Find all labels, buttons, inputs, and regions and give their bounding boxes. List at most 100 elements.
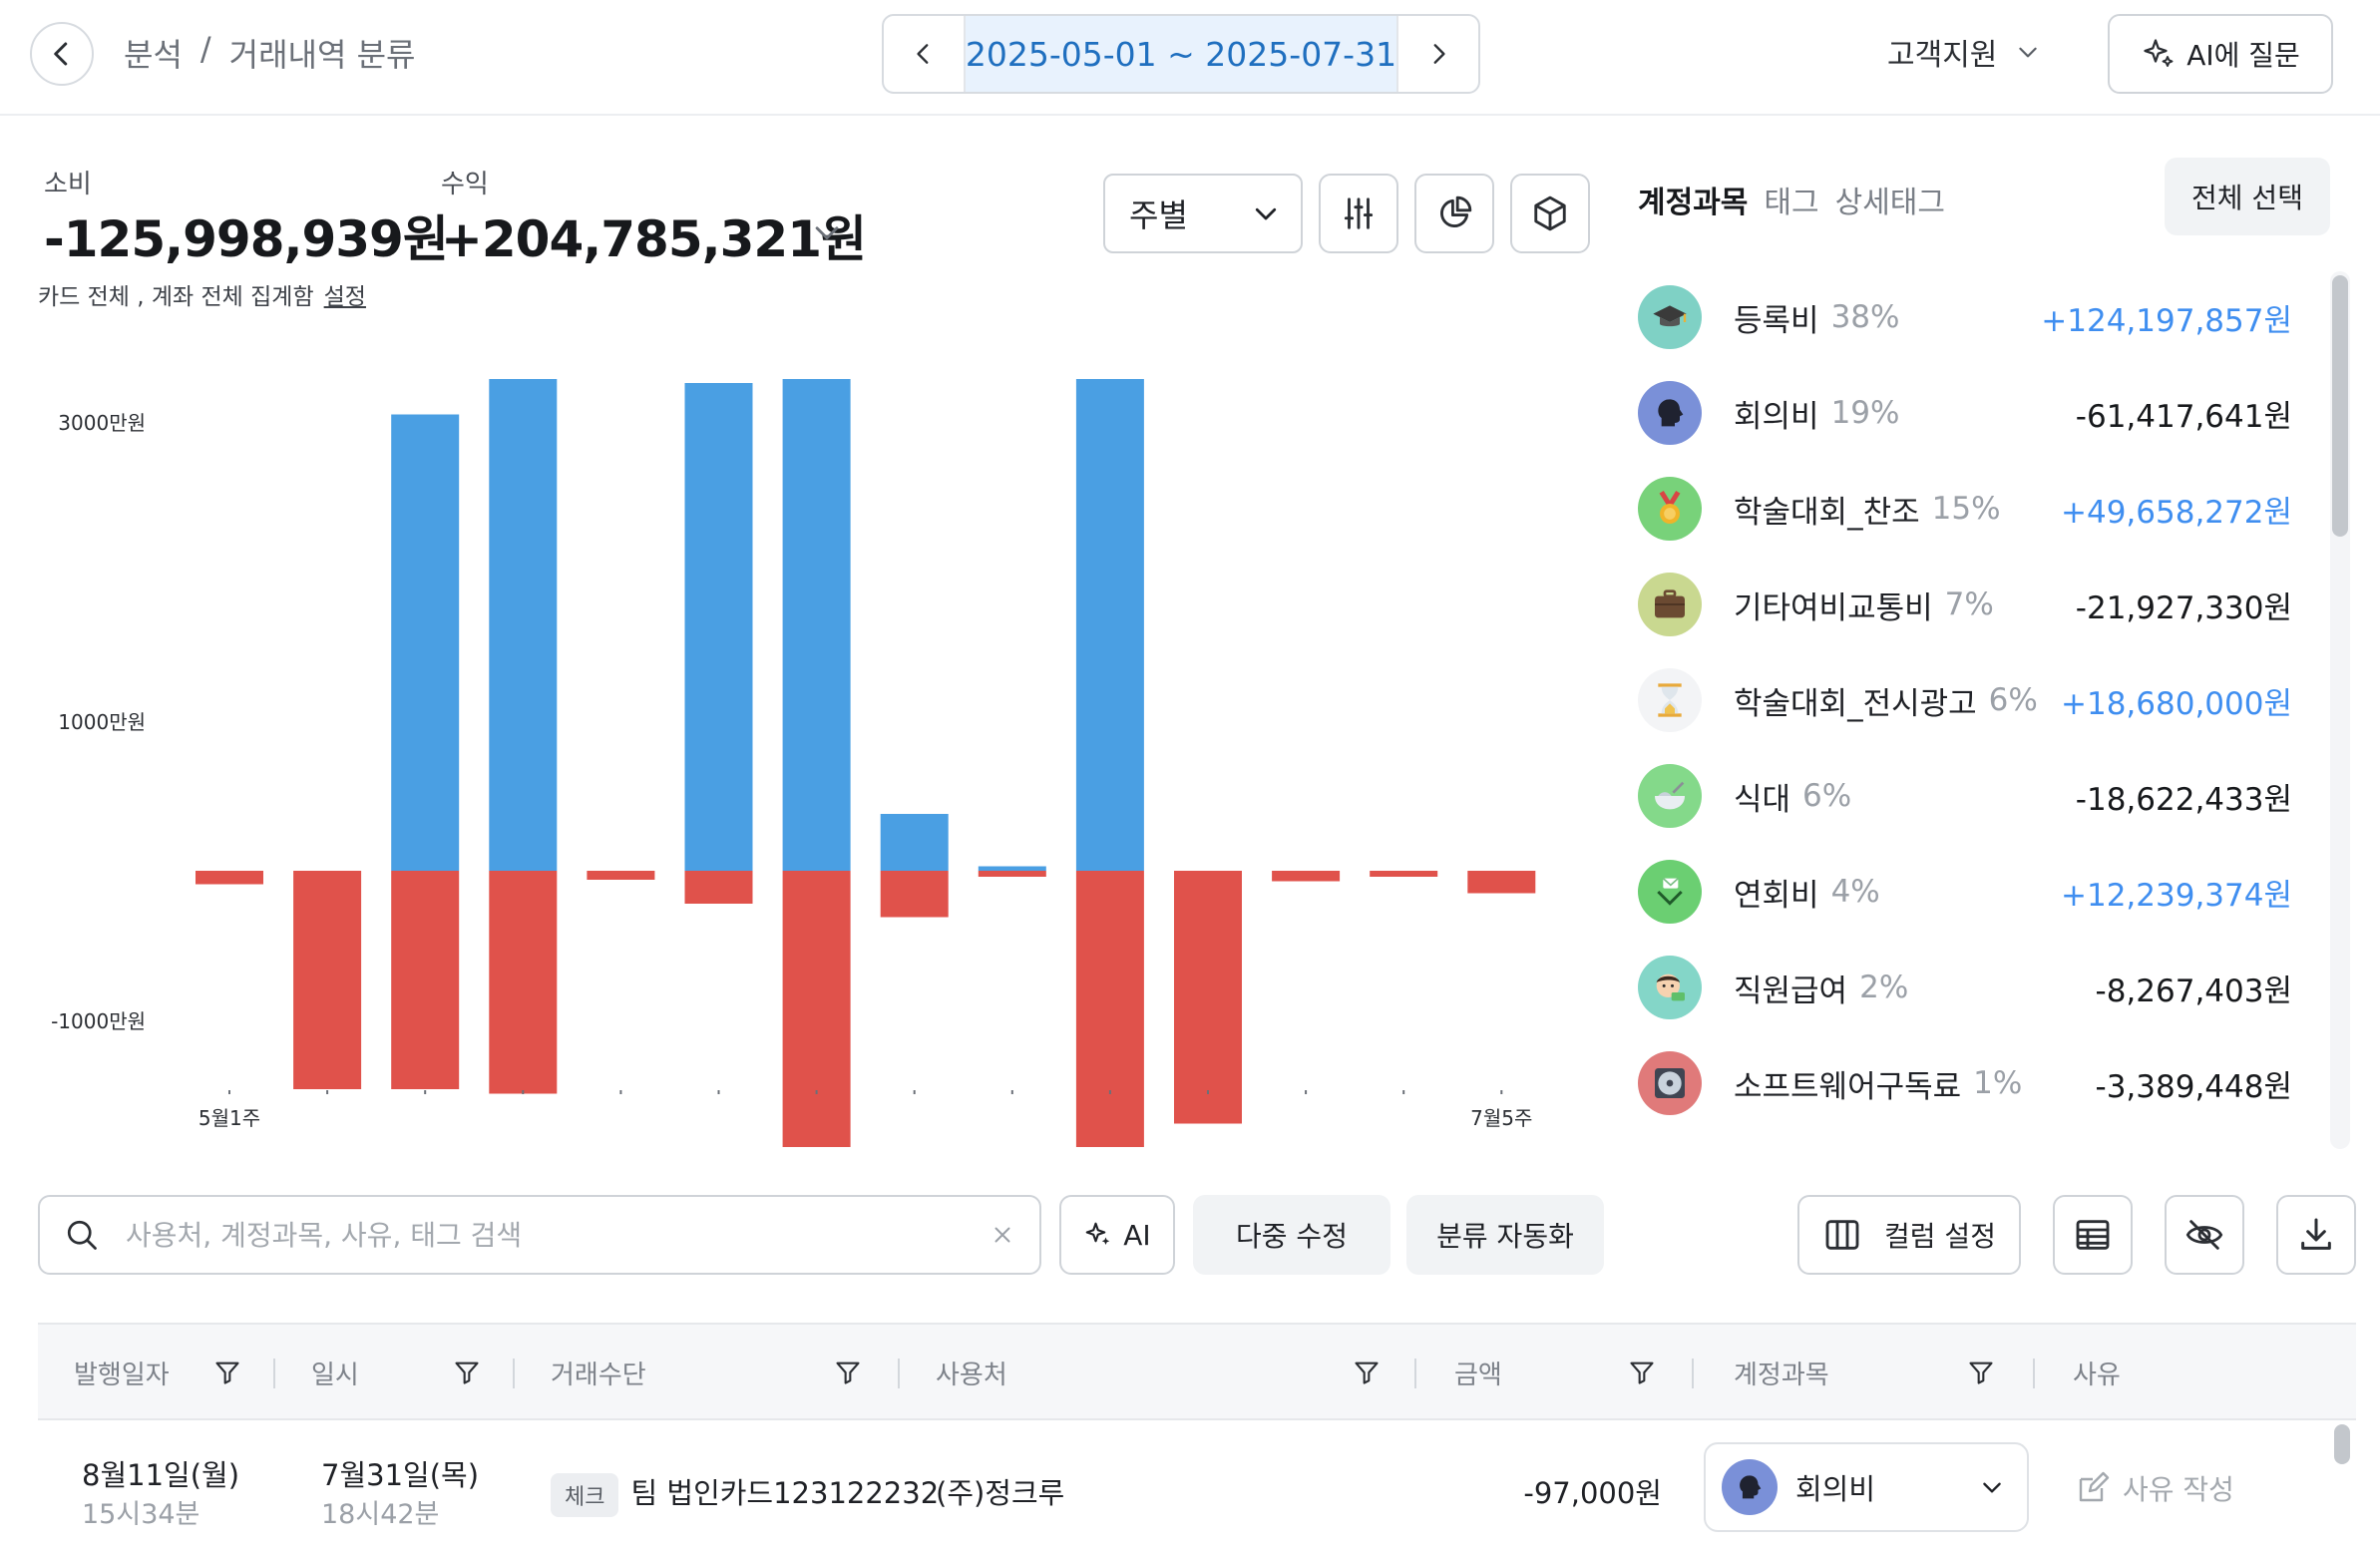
filter-icon[interactable]: [1628, 1359, 1656, 1390]
list-item[interactable]: 연회비 4% +12,239,374원: [1638, 844, 2296, 940]
category-name: 소프트웨어구독료: [1734, 1068, 1962, 1105]
income-bar-7월1주[interactable]: [1075, 379, 1144, 871]
chevron-left-icon: [54, 42, 68, 66]
hourglass-icon: [1638, 668, 1702, 732]
col-header-issue-date[interactable]: 발행일자: [74, 1325, 170, 1420]
col-header-amount[interactable]: 금액: [1454, 1325, 1502, 1420]
speaking-head-icon: [1722, 1459, 1778, 1515]
aggregate-note: 카드 전체 , 계좌 전체 집계함 설정: [38, 277, 366, 311]
list-item[interactable]: 기타여비교통비 7% -21,927,330원: [1638, 557, 2296, 652]
expense-bar-7월5주[interactable]: [1467, 871, 1536, 894]
category-name: 회의비: [1734, 398, 1819, 435]
expense-bar-6월4주[interactable]: [978, 871, 1046, 877]
expense-bar-5월3주[interactable]: [391, 871, 460, 1089]
filter-settings-button[interactable]: [1319, 174, 1398, 253]
download-button[interactable]: [2276, 1195, 2356, 1275]
list-item[interactable]: 등록비 38% +124,197,857원: [1638, 269, 2296, 365]
category-name: 등록비: [1734, 302, 1819, 339]
summary-expand-toggle[interactable]: [810, 215, 844, 253]
aggregate-settings-link[interactable]: 설정: [324, 284, 366, 310]
list-item[interactable]: 소프트웨어구독료 1% -3,389,448원: [1638, 1035, 2296, 1131]
list-item[interactable]: 회의비 19% -61,417,641원: [1638, 365, 2296, 461]
expense-bar-7월2주[interactable]: [1174, 871, 1242, 1124]
ask-ai-label: AI에 질문: [2186, 39, 2300, 72]
column-divider: [898, 1359, 900, 1388]
filter-icon[interactable]: [453, 1359, 481, 1390]
breadcrumb-current: 거래내역 분류: [228, 36, 416, 74]
income-bar-5월3주[interactable]: [391, 414, 460, 872]
expense-bar-5월2주[interactable]: [293, 871, 362, 1089]
expense-bar-5월1주[interactable]: [196, 871, 263, 885]
table-header: 발행일자 일시 거래수단 사용처 금액 계정과목 사유: [38, 1323, 2356, 1420]
download-icon: [2301, 1218, 2331, 1250]
write-reason-button[interactable]: 사유 작성: [2075, 1468, 2234, 1508]
expense-bar-6월1주[interactable]: [684, 871, 753, 904]
sparkle-icon: [2144, 39, 2174, 67]
ai-search-button[interactable]: AI: [1059, 1195, 1175, 1275]
3d-view-button[interactable]: [1510, 174, 1590, 253]
tab-account[interactable]: 계정과목: [1638, 178, 1748, 221]
income-bar-6월1주[interactable]: [684, 383, 753, 871]
tab-tag[interactable]: 태그: [1764, 178, 1818, 221]
chevron-right-icon: [1433, 44, 1445, 64]
top-bar: 분석 / 거래내역 분류 2025-05-01 ~ 2025-07-31 고객지…: [0, 0, 2380, 116]
period-select[interactable]: 주별: [1103, 174, 1303, 253]
col-header-date[interactable]: 일시: [311, 1325, 359, 1420]
x-tick-label: 5월1주: [198, 1106, 260, 1130]
list-item[interactable]: 학술대회_찬조 15% +49,658,272원: [1638, 461, 2296, 557]
table-scrollbar-thumb[interactable]: [2334, 1424, 2350, 1464]
pie-chart-view-button[interactable]: [1414, 174, 1494, 253]
filter-icon[interactable]: [1353, 1359, 1381, 1390]
list-item[interactable]: 식대 6% -18,622,433원: [1638, 748, 2296, 844]
select-all-button[interactable]: 전체 선택: [2165, 158, 2330, 235]
expense-bar-5월4주[interactable]: [489, 871, 558, 1094]
prev-period-button[interactable]: [884, 16, 964, 92]
col-header-method[interactable]: 거래수단: [551, 1325, 646, 1420]
aggregate-note-text: 카드 전체 , 계좌 전체 집계함: [38, 284, 314, 310]
back-button[interactable]: [30, 22, 94, 86]
search-box: [38, 1195, 1041, 1275]
expense-bar-6월2주[interactable]: [782, 871, 851, 1147]
category-scrollbar-thumb[interactable]: [2332, 275, 2348, 537]
column-settings-button[interactable]: 컬럼 설정: [1797, 1195, 2021, 1275]
breadcrumb-analysis[interactable]: 분석: [124, 30, 183, 76]
search-input[interactable]: [126, 1218, 990, 1252]
filter-icon[interactable]: [1967, 1359, 1995, 1390]
income-bar-6월2주[interactable]: [782, 379, 851, 871]
ask-ai-button[interactable]: AI에 질문: [2108, 14, 2333, 94]
expense-bar-7월4주[interactable]: [1370, 871, 1438, 877]
table-view-button[interactable]: [2053, 1195, 2133, 1275]
account-select[interactable]: 회의비: [1704, 1442, 2029, 1532]
ai-search-label: AI: [1123, 1218, 1151, 1252]
list-item[interactable]: 학술대회_전시광고 6% +18,680,000원: [1638, 652, 2296, 748]
date-range-display[interactable]: 2025-05-01 ~ 2025-07-31: [963, 16, 1399, 92]
category-percent: 15%: [1931, 491, 2001, 527]
expense-label: 소비: [44, 170, 92, 199]
next-period-button[interactable]: [1398, 16, 1478, 92]
clear-icon[interactable]: [990, 1222, 1015, 1248]
expense-bar-5월5주[interactable]: [587, 871, 655, 880]
col-header-account[interactable]: 계정과목: [1734, 1325, 1829, 1420]
expense-bar-7월1주[interactable]: [1075, 871, 1144, 1147]
income-bar-6월3주[interactable]: [880, 814, 949, 871]
category-amount: +12,239,374원: [2061, 877, 2292, 914]
hide-toggle-button[interactable]: [2165, 1195, 2244, 1275]
filter-icon[interactable]: [213, 1359, 241, 1390]
chevron-down-icon: [2019, 47, 2038, 58]
income-bar-6월4주[interactable]: [978, 866, 1046, 872]
write-reason-label: 사유 작성: [2123, 1473, 2234, 1506]
expense-bar-7월3주[interactable]: [1272, 871, 1341, 882]
list-item[interactable]: 직원급여 2% -8,267,403원: [1638, 940, 2296, 1035]
multi-edit-button[interactable]: 다중 수정: [1193, 1195, 1390, 1275]
income-total: +204,785,321원: [441, 210, 867, 268]
income-bar-5월4주[interactable]: [489, 379, 558, 871]
category-amount: +18,680,000원: [2061, 685, 2292, 722]
col-header-reason[interactable]: 사유: [2073, 1325, 2121, 1420]
tab-detail-tag[interactable]: 상세태그: [1835, 178, 1945, 221]
filter-icon[interactable]: [834, 1359, 862, 1390]
col-header-merchant[interactable]: 사용처: [936, 1325, 1007, 1420]
auto-classify-button[interactable]: 분류 자동화: [1406, 1195, 1604, 1275]
customer-support-menu[interactable]: 고객지원: [1887, 30, 2041, 74]
column-divider: [273, 1359, 275, 1388]
expense-bar-6월3주[interactable]: [880, 871, 949, 918]
